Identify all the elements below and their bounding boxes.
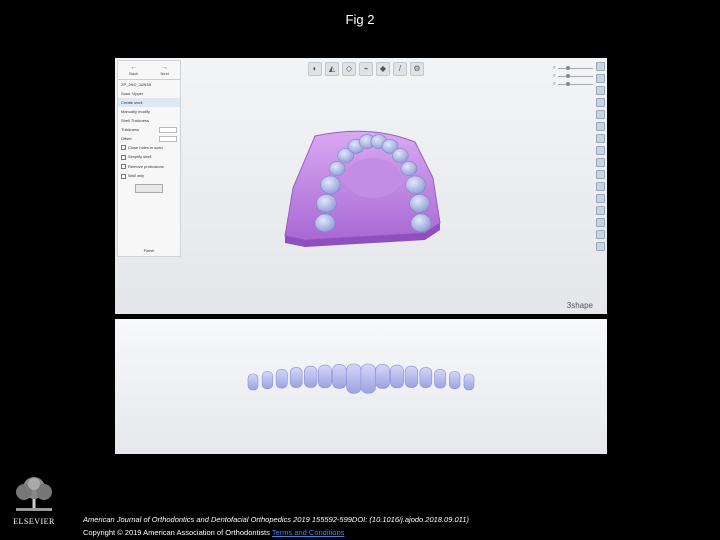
aligner-tooth — [332, 364, 347, 389]
aligner-tooth — [304, 365, 318, 388]
elsevier-logo: ELSEVIER — [6, 476, 62, 526]
aligner-tooth — [289, 367, 303, 388]
aligner-3d — [247, 363, 475, 394]
aligner-tooth — [419, 367, 433, 388]
aligner-tooth — [389, 364, 404, 389]
tooth — [391, 148, 409, 163]
tooth — [314, 213, 336, 233]
aligner-tooth — [434, 369, 447, 389]
dental-model-3d — [284, 130, 441, 247]
aligner-tooth — [318, 364, 332, 389]
aligner-view — [115, 319, 607, 454]
tooth — [328, 161, 346, 176]
tooth — [410, 213, 432, 233]
3shape-logo: 3shape — [566, 301, 593, 310]
aligner-tooth — [375, 364, 390, 389]
aligner-tooth — [346, 363, 362, 394]
elsevier-tree-icon — [6, 476, 62, 512]
figure-title: Fig 2 — [345, 12, 375, 27]
tooth — [320, 175, 341, 195]
terms-link[interactable]: Terms and Conditions — [272, 528, 345, 537]
copyright-text: Copyright © 2019 American Association of… — [83, 528, 270, 537]
tooth — [409, 194, 430, 213]
aligner-tooth — [275, 369, 288, 389]
aligner-tooth — [404, 365, 419, 388]
tooth — [316, 194, 337, 213]
elsevier-wordmark: ELSEVIER — [13, 517, 55, 526]
citation-line: American Journal of Orthodontics and Den… — [83, 515, 469, 524]
software-viewport[interactable]: ← Back → Next ZP_2ND_JUN38 Scan: Upper C… — [115, 58, 607, 314]
tooth — [405, 175, 426, 195]
aligner-tooth — [463, 373, 475, 391]
tooth — [400, 161, 418, 176]
aligner-tooth — [448, 371, 461, 390]
aligner-tooth — [261, 371, 274, 390]
aligner-tooth — [360, 363, 376, 394]
aligner-tooth — [247, 373, 259, 391]
copyright-line: Copyright © 2019 American Association of… — [83, 528, 344, 537]
